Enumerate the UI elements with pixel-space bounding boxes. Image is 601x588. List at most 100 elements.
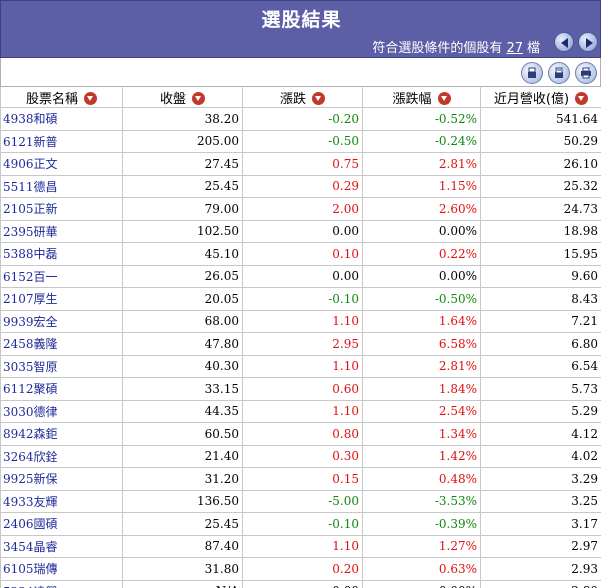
column-header-revenue[interactable]: 近月營收(億)	[480, 86, 601, 108]
stock-name-cell: 2395研華	[0, 219, 123, 243]
close-price-cell: 44.35	[122, 399, 243, 423]
revenue-cell: 4.12	[480, 422, 601, 446]
table-row: 2107厚生 20.05 -0.10 -0.50% 8.43	[0, 287, 601, 311]
sort-down-icon[interactable]	[192, 91, 205, 105]
stock-name-cell: 9925新保	[0, 467, 123, 491]
revenue-cell: 2.80	[480, 579, 601, 588]
stock-name-link[interactable]: 3035智原	[3, 360, 58, 374]
revenue-cell: 6.80	[480, 332, 601, 356]
stock-name-link[interactable]: 9925新保	[3, 472, 58, 486]
close-price-cell: 20.05	[122, 287, 243, 311]
prev-page-button[interactable]	[554, 32, 574, 52]
change-cell: 0.30	[242, 444, 363, 468]
revenue-cell: 3.25	[480, 489, 601, 513]
stock-name-cell: 3035智原	[0, 354, 123, 378]
sort-down-icon[interactable]	[575, 91, 589, 105]
change-pct-cell: 0.48%	[362, 467, 481, 491]
stock-name-cell: 4933友輝	[0, 489, 123, 513]
stock-name-link[interactable]: 6152百一	[3, 270, 58, 284]
stock-name-link[interactable]: 6121新普	[3, 135, 58, 149]
table-row: 2395研華 102.50 0.00 0.00% 18.98	[0, 219, 601, 243]
change-cell: 0.29	[242, 174, 363, 198]
change-cell: -5.00	[242, 489, 363, 513]
stock-name-link[interactable]: 2458義隆	[3, 337, 58, 351]
save-button[interactable]	[548, 62, 570, 84]
stock-name-link[interactable]: 3264欣銓	[3, 450, 58, 464]
change-pct-cell: 0.00%	[362, 219, 481, 243]
table-row: 9925新保 31.20 0.15 0.48% 3.29	[0, 467, 601, 491]
close-price-cell: 31.80	[122, 557, 243, 581]
column-header-change[interactable]: 漲跌	[242, 86, 363, 108]
close-price-cell: 40.30	[122, 354, 243, 378]
table-row: 3264欣銓 21.40 0.30 1.42% 4.02	[0, 444, 601, 468]
table-row: 5388中磊 45.10 0.10 0.22% 15.95	[0, 242, 601, 266]
revenue-cell: 2.93	[480, 557, 601, 581]
close-price-cell: 79.00	[122, 197, 243, 221]
revenue-cell: 18.98	[480, 219, 601, 243]
save-icon	[555, 67, 563, 78]
change-cell: 2.00	[242, 197, 363, 221]
count-prefix: 符合選股條件的個股有	[372, 41, 503, 56]
column-header-pct[interactable]: 漲跌幅	[362, 86, 481, 108]
stock-name-link[interactable]: 4938和碩	[3, 112, 58, 126]
change-cell: -0.10	[242, 512, 363, 536]
stock-name-link[interactable]: 5388中磊	[3, 247, 58, 261]
stock-name-cell: 2105正新	[0, 197, 123, 221]
stock-name-link[interactable]: 2105正新	[3, 202, 58, 216]
table-row: 2105正新 79.00 2.00 2.60% 24.73	[0, 197, 601, 221]
change-pct-cell: 0.22%	[362, 242, 481, 266]
revenue-cell: 24.73	[480, 197, 601, 221]
table-row: 5234達興N/A0.000.00%2.80	[0, 579, 601, 588]
revenue-cell: 8.43	[480, 287, 601, 311]
table-row: 5511德昌 25.45 0.29 1.15% 25.32	[0, 174, 601, 198]
table-header-row: 股票名稱 收盤 漲跌 漲跌幅 近月營收(億)	[0, 86, 601, 108]
table-row: 3035智原 40.30 1.10 2.81% 6.54	[0, 354, 601, 378]
change-pct-cell: 1.34%	[362, 422, 481, 446]
table-row: 4938和碩 38.20 -0.20 -0.52% 541.64	[0, 107, 601, 131]
revenue-cell: 26.10	[480, 152, 601, 176]
export-button[interactable]	[521, 62, 543, 84]
sort-down-icon[interactable]	[437, 91, 451, 105]
stock-name-link[interactable]: 8942森鉅	[3, 427, 58, 441]
revenue-cell: 25.32	[480, 174, 601, 198]
change-pct-cell: 6.58%	[362, 332, 481, 356]
revenue-cell: 6.54	[480, 354, 601, 378]
stock-name-cell: 4906正文	[0, 152, 123, 176]
stock-name-link[interactable]: 5511德昌	[3, 180, 58, 194]
change-pct-cell: 0.00%	[362, 579, 481, 588]
stock-name-cell: 3030德律	[0, 399, 123, 423]
stock-name-link[interactable]: 9939宏全	[3, 315, 58, 329]
change-cell: 0.20	[242, 557, 363, 581]
sort-down-icon[interactable]	[312, 91, 325, 105]
page-title: 選股結果	[261, 9, 342, 31]
stock-name-link[interactable]: 4906正文	[3, 157, 58, 171]
change-pct-cell: 1.27%	[362, 534, 481, 558]
table-row: 3030德律 44.35 1.10 2.54% 5.29	[0, 399, 601, 423]
stock-name-cell: 5234達興	[0, 579, 123, 588]
prev-page-icon	[561, 38, 568, 48]
change-pct-cell: 2.54%	[362, 399, 481, 423]
sort-down-icon[interactable]	[84, 91, 97, 105]
stock-name-link[interactable]: 6112聚碩	[3, 382, 58, 396]
close-price-cell: 60.50	[122, 422, 243, 446]
stock-name-link[interactable]: 6105瑞傳	[3, 562, 58, 576]
column-header-name[interactable]: 股票名稱	[0, 86, 123, 108]
stock-name-cell: 8942森鉅	[0, 422, 123, 446]
stock-name-cell: 5388中磊	[0, 242, 123, 266]
close-price-cell: 136.50	[122, 489, 243, 513]
count-suffix: 檔	[526, 41, 540, 56]
stock-name-link[interactable]: 2107厚生	[3, 292, 58, 306]
close-price-cell: 87.40	[122, 534, 243, 558]
stock-name-link[interactable]: 2395研華	[3, 225, 58, 239]
column-header-close[interactable]: 收盤	[122, 86, 243, 108]
print-button[interactable]	[575, 62, 597, 84]
results-table: 股票名稱 收盤 漲跌 漲跌幅 近月營收(億) 4938和碩 38.20 -0.20-…	[0, 86, 601, 588]
stock-name-cell: 2406國碩	[0, 512, 123, 536]
stock-name-link[interactable]: 2406國碩	[3, 517, 58, 531]
stock-name-link[interactable]: 3454晶睿	[3, 540, 58, 554]
change-cell: 0.80	[242, 422, 363, 446]
stock-name-link[interactable]: 3030德律	[3, 405, 58, 419]
next-page-button[interactable]	[578, 32, 598, 52]
result-count-link[interactable]: 27	[506, 41, 523, 56]
stock-name-link[interactable]: 4933友輝	[3, 495, 58, 509]
